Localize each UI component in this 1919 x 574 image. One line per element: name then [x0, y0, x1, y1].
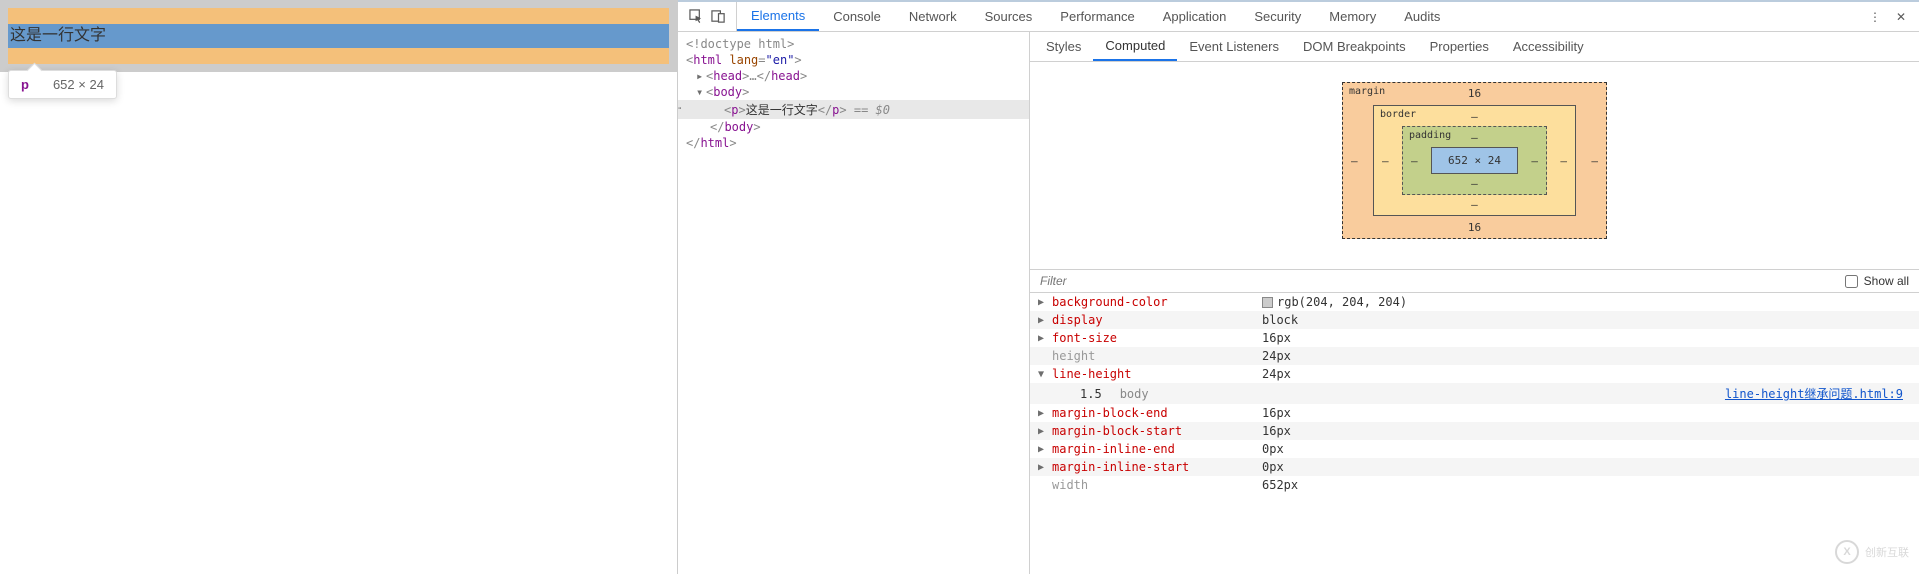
- show-all-toggle[interactable]: Show all: [1845, 274, 1909, 288]
- inspected-paragraph[interactable]: 这是一行文字: [8, 24, 669, 48]
- inspected-margin-overlay: 这是一行文字: [8, 8, 669, 64]
- devtools-tab-performance[interactable]: Performance: [1046, 2, 1148, 31]
- sidebar-tab-styles[interactable]: Styles: [1034, 32, 1093, 61]
- rendered-page-pane: 这是一行文字 p 652 × 24: [0, 0, 678, 574]
- device-toolbar-icon[interactable]: [710, 9, 726, 25]
- computed-prop-width[interactable]: width652px: [1030, 476, 1919, 494]
- dom-selected-p[interactable]: <p>这是一行文字</p> == $0: [678, 100, 1029, 119]
- sidebar-tab-computed[interactable]: Computed: [1093, 32, 1177, 61]
- devtools-tab-elements[interactable]: Elements: [737, 2, 819, 31]
- computed-prop-background-color[interactable]: ▶background-colorrgb(204, 204, 204): [1030, 293, 1919, 311]
- sidebar-tabs: StylesComputedEvent ListenersDOM Breakpo…: [1030, 32, 1919, 62]
- dom-tree-pane[interactable]: <!doctype html> <html lang="en"> ▸<head>…: [678, 32, 1030, 574]
- devtools-tab-network[interactable]: Network: [895, 2, 971, 31]
- computed-prop-display[interactable]: ▶displayblock: [1030, 311, 1919, 329]
- computed-properties-list: ▶background-colorrgb(204, 204, 204)▶disp…: [1030, 293, 1919, 494]
- computed-filter-input[interactable]: [1040, 274, 1845, 288]
- devtools-tab-application[interactable]: Application: [1149, 2, 1241, 31]
- computed-prop-height[interactable]: height24px: [1030, 347, 1919, 365]
- sidebar-tab-dom-breakpoints[interactable]: DOM Breakpoints: [1291, 32, 1418, 61]
- box-content-dims: 652 × 24: [1431, 147, 1518, 174]
- more-menu-icon[interactable]: ⋮: [1867, 9, 1883, 25]
- devtools-tabs: ElementsConsoleNetworkSourcesPerformance…: [737, 2, 1857, 31]
- dom-head[interactable]: ▸<head>…</head>: [678, 68, 1029, 84]
- dom-body-open[interactable]: ▾<body>: [678, 84, 1029, 100]
- dom-html-open[interactable]: <html lang="en">: [678, 52, 1029, 68]
- styles-sidebar: StylesComputedEvent ListenersDOM Breakpo…: [1030, 32, 1919, 574]
- box-border-label: border: [1380, 109, 1416, 120]
- computed-prop-margin-block-end[interactable]: ▶margin-block-end16px: [1030, 404, 1919, 422]
- devtools-tab-audits[interactable]: Audits: [1390, 2, 1454, 31]
- box-padding-label: padding: [1409, 130, 1451, 141]
- computed-filter-row: Show all: [1030, 269, 1919, 293]
- devtools-panel: ElementsConsoleNetworkSourcesPerformance…: [678, 0, 1919, 574]
- sidebar-tab-accessibility[interactable]: Accessibility: [1501, 32, 1596, 61]
- computed-prop-font-size[interactable]: ▶font-size16px: [1030, 329, 1919, 347]
- dom-doctype[interactable]: <!doctype html>: [678, 36, 1029, 52]
- tooltip-tag: p: [21, 77, 29, 92]
- devtools-tab-security[interactable]: Security: [1240, 2, 1315, 31]
- computed-prop-margin-block-start[interactable]: ▶margin-block-start16px: [1030, 422, 1919, 440]
- devtools-tab-sources[interactable]: Sources: [971, 2, 1047, 31]
- computed-prop-line-height[interactable]: ▼line-height24px: [1030, 365, 1919, 383]
- dom-body-close[interactable]: </body>: [678, 119, 1029, 135]
- tooltip-dimensions: 652 × 24: [53, 77, 104, 92]
- show-all-checkbox[interactable]: [1845, 275, 1858, 288]
- page-body-bg: 这是一行文字: [0, 0, 677, 72]
- box-model-diagram[interactable]: margin 16 16 – – border – – –: [1030, 62, 1919, 269]
- box-margin-label: margin: [1349, 86, 1385, 97]
- computed-prop-margin-inline-end[interactable]: ▶margin-inline-end0px: [1030, 440, 1919, 458]
- element-tooltip: p 652 × 24: [8, 70, 117, 99]
- close-devtools-icon[interactable]: ✕: [1893, 9, 1909, 25]
- source-link[interactable]: line-height继承问题.html:9: [1725, 385, 1911, 402]
- inspect-element-icon[interactable]: [688, 9, 704, 25]
- devtools-tab-memory[interactable]: Memory: [1315, 2, 1390, 31]
- computed-prop-source-line-height[interactable]: 1.5bodyline-height继承问题.html:9: [1030, 383, 1919, 404]
- sidebar-tab-event-listeners[interactable]: Event Listeners: [1177, 32, 1291, 61]
- sidebar-tab-properties[interactable]: Properties: [1418, 32, 1501, 61]
- computed-prop-margin-inline-start[interactable]: ▶margin-inline-start0px: [1030, 458, 1919, 476]
- devtools-tab-console[interactable]: Console: [819, 2, 895, 31]
- dom-html-close[interactable]: </html>: [678, 135, 1029, 151]
- devtools-toolbar: ElementsConsoleNetworkSourcesPerformance…: [678, 2, 1919, 32]
